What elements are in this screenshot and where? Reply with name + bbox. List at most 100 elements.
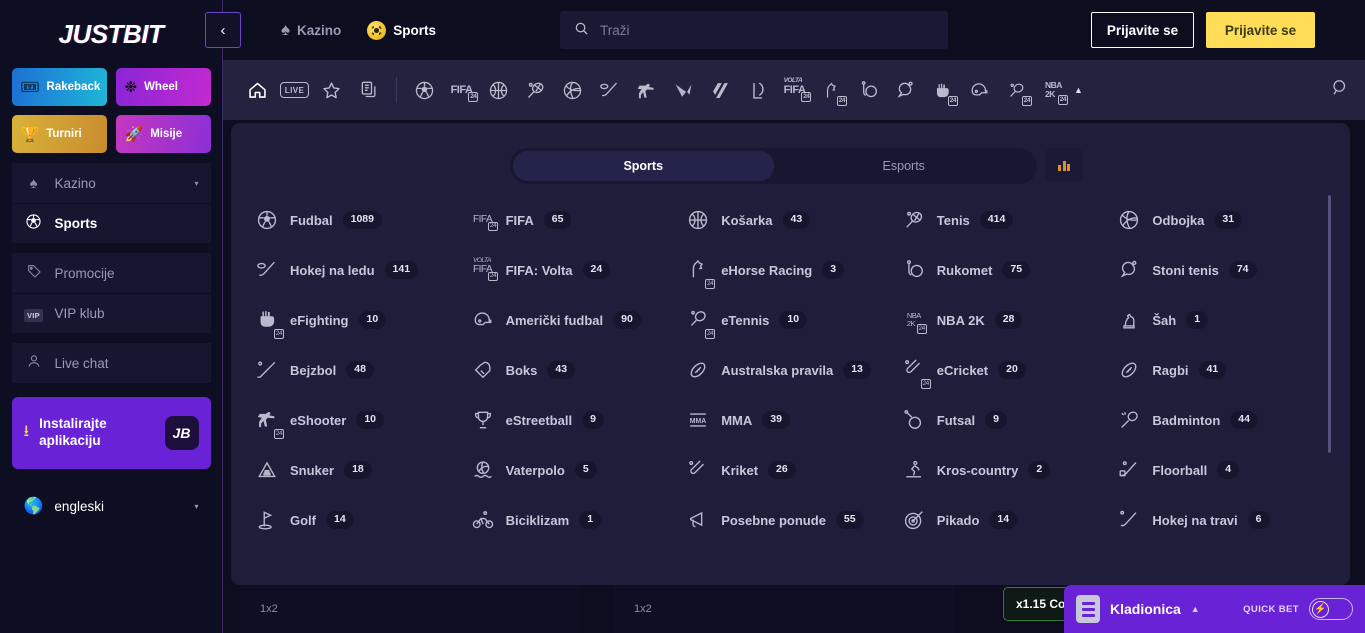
sport-item[interactable]: Pikado 14: [895, 495, 1111, 545]
volleyball-icon[interactable]: [554, 72, 591, 109]
collapse-sidebar-button[interactable]: ‹: [205, 12, 241, 48]
sport-item[interactable]: 24 eFighting 10: [248, 295, 464, 345]
sport-item[interactable]: Rukomet 75: [895, 245, 1111, 295]
sport-item[interactable]: Košarka 43: [679, 195, 895, 245]
bet-history-icon[interactable]: [350, 72, 387, 109]
sidebar-item-vip-klub[interactable]: VIP VIP klub: [11, 293, 211, 333]
sport-name: eTennis: [721, 312, 770, 328]
login-button[interactable]: Prijavite se: [1091, 12, 1194, 48]
sport-count-badge: 4: [1217, 461, 1240, 479]
language-selector[interactable]: 🌎 engleski ▾: [12, 489, 211, 523]
sport-item[interactable]: Odbojka 31: [1110, 195, 1326, 245]
counter-strike-icon[interactable]: [702, 72, 739, 109]
efighting-icon[interactable]: 24: [924, 72, 961, 109]
sport-item[interactable]: 24 eHorse Racing 3: [679, 245, 895, 295]
water-polo-icon: [470, 457, 496, 483]
sport-item[interactable]: Američki fudbal 90: [464, 295, 680, 345]
search-input[interactable]: [600, 22, 934, 38]
top-category-label: Kazino: [297, 22, 342, 38]
fifa-24-icon[interactable]: FIFA 24: [443, 72, 480, 109]
sport-item[interactable]: VOLTA FIFA 24 FIFA: Volta 24: [464, 245, 680, 295]
sport-item[interactable]: Golf 14: [248, 495, 464, 545]
sport-icon-strip: LIVE FIFA 24 VOLTA FIFA 24 24 24 24 NBA …: [223, 60, 1365, 120]
table-tennis-icon[interactable]: [887, 72, 924, 109]
field-hockey-icon: [1116, 507, 1142, 533]
install-app-banner[interactable]: ⭳ Instalirajte aplikaciju JB: [11, 397, 211, 469]
sport-item[interactable]: Stoni tenis 74: [1110, 245, 1326, 295]
league-of-legends-icon[interactable]: [739, 72, 776, 109]
sport-item[interactable]: Hokej na ledu 141: [248, 245, 464, 295]
star-icon[interactable]: [313, 72, 350, 109]
top-category-sports[interactable]: Sports: [367, 20, 436, 40]
sport-name: Posebne ponude: [721, 512, 826, 528]
statistics-icon[interactable]: [1045, 148, 1083, 182]
sport-name: Bejzbol: [290, 362, 337, 378]
sport-item[interactable]: NBA 2K 24 NBA 2K 28: [895, 295, 1111, 345]
snooker-icon: [254, 457, 280, 483]
strip-search-icon[interactable]: [1331, 79, 1349, 102]
sport-item[interactable]: Biciklizam 1: [464, 495, 680, 545]
handball-icon[interactable]: [850, 72, 887, 109]
valorant-icon[interactable]: [665, 72, 702, 109]
quick-bet-toggle[interactable]: ⚡: [1309, 598, 1353, 620]
sport-item[interactable]: Tenis 414: [895, 195, 1111, 245]
sport-item[interactable]: 24 eTennis 10: [679, 295, 895, 345]
sidebar-item-promocije[interactable]: Promocije: [11, 253, 211, 293]
ice-hockey-icon[interactable]: [591, 72, 628, 109]
expand-sports-caret-icon[interactable]: ▲: [1074, 85, 1083, 95]
promo-tile-misije[interactable]: 🚀 Misije: [115, 115, 211, 153]
search-box[interactable]: [560, 11, 948, 49]
tennis-icon[interactable]: [517, 72, 554, 109]
sport-count-badge: 43: [782, 211, 811, 229]
cricket-icon: [685, 457, 711, 483]
top-category-kazino[interactable]: ♠ Kazino: [281, 20, 341, 40]
sport-item[interactable]: Vaterpolo 5: [464, 445, 680, 495]
sport-item[interactable]: MMA MMA 39: [679, 395, 895, 445]
promo-tile-wheel[interactable]: ❉ Wheel: [115, 68, 211, 106]
sport-item[interactable]: 24 eShooter 10: [248, 395, 464, 445]
sport-item[interactable]: Floorball 4: [1110, 445, 1326, 495]
sidebar-item-sports[interactable]: Sports: [11, 203, 211, 243]
panel-scrollbar-thumb[interactable]: [1328, 195, 1331, 453]
ehorse-racing-icon[interactable]: 24: [813, 72, 850, 109]
sport-item[interactable]: FIFA 24 FIFA 65: [464, 195, 680, 245]
basketball-icon[interactable]: [480, 72, 517, 109]
sport-item[interactable]: eStreetball 9: [464, 395, 680, 445]
sport-item[interactable]: Australska pravila 13: [679, 345, 895, 395]
sport-item[interactable]: Kros-country 2: [895, 445, 1111, 495]
sidebar-item-kazino[interactable]: ♠ Kazino ▾: [11, 163, 211, 203]
sport-item[interactable]: Hokej na travi 6: [1110, 495, 1326, 545]
register-button[interactable]: Prijavite se: [1206, 12, 1315, 48]
football-icon[interactable]: [406, 72, 443, 109]
eshooter-icon[interactable]: [628, 72, 665, 109]
tab-esports[interactable]: Esports: [774, 151, 1035, 181]
tab-sports[interactable]: Sports: [513, 151, 774, 181]
etennis-icon[interactable]: 24: [998, 72, 1035, 109]
sport-item[interactable]: Šah 1: [1110, 295, 1326, 345]
home-icon[interactable]: [239, 72, 276, 109]
sidebar-item-live-chat[interactable]: Live chat: [11, 343, 211, 383]
nba-2k-icon[interactable]: NBA 2K 24: [1035, 72, 1072, 109]
sport-item[interactable]: Badminton 44: [1110, 395, 1326, 445]
sport-item[interactable]: Fudbal 1089: [248, 195, 464, 245]
sport-item[interactable]: Boks 43: [464, 345, 680, 395]
american-football-icon[interactable]: [961, 72, 998, 109]
sport-name: Kros-country: [936, 462, 1019, 478]
sport-item[interactable]: Bejzbol 48: [248, 345, 464, 395]
sport-count-badge: 141: [384, 261, 419, 279]
sport-item[interactable]: Kriket 26: [679, 445, 895, 495]
promo-tile-rakeback[interactable]: 🎟 Rakeback: [11, 68, 107, 106]
brand-logo[interactable]: JUSTBIT: [59, 16, 164, 52]
sport-item[interactable]: Posebne ponude 55: [679, 495, 895, 545]
promo-tile-turniri[interactable]: 🏆 Turniri: [11, 115, 107, 153]
chevron-up-icon[interactable]: ▲: [1191, 604, 1200, 614]
sport-item[interactable]: Ragbi 41: [1110, 345, 1326, 395]
betslip-bar[interactable]: Kladionica ▲ QUICK BET ⚡: [1064, 585, 1365, 633]
live-icon[interactable]: LIVE: [276, 72, 313, 109]
sport-item[interactable]: Futsal 9: [895, 395, 1111, 445]
sidebar-item-label: VIP klub: [54, 306, 105, 321]
sport-item[interactable]: Snuker 18: [248, 445, 464, 495]
betslip-icon: [1076, 595, 1100, 623]
fifa-volta-icon[interactable]: VOLTA FIFA 24: [776, 72, 813, 109]
sport-item[interactable]: 24 eCricket 20: [895, 345, 1111, 395]
